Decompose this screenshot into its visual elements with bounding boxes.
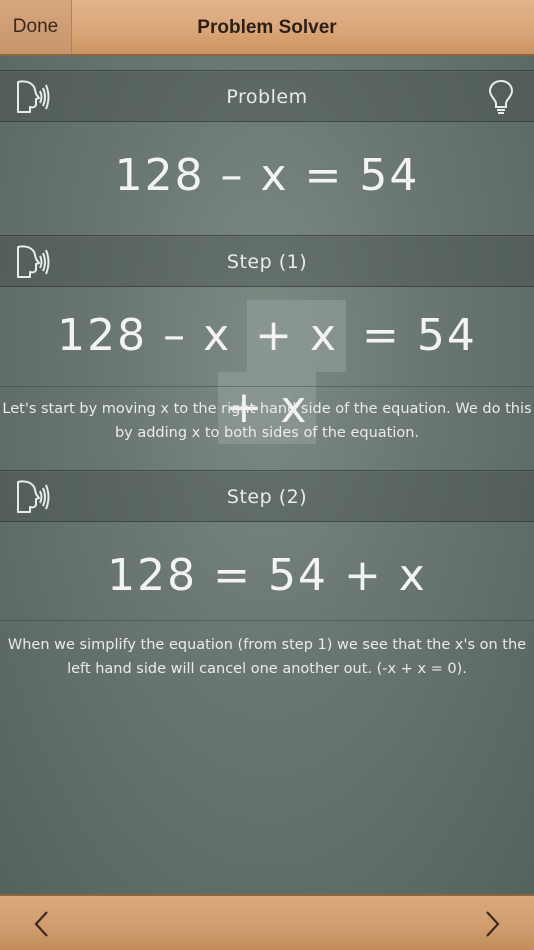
back-button[interactable] [12, 902, 72, 946]
step1-eq-middle: = 54 [362, 310, 477, 361]
top-bar: Done Problem Solver [0, 0, 534, 56]
step1-explanation: Let's start by moving x to the right han… [2, 401, 532, 441]
chevron-right-icon [486, 911, 500, 937]
step1-eq-left: 128 – x [57, 310, 232, 361]
forward-button[interactable] [462, 902, 522, 946]
page-title: Problem Solver [197, 17, 337, 38]
step1-equation: 128 – x + x = 54 + x [0, 300, 534, 444]
lightbulb-icon[interactable] [486, 79, 516, 115]
step2-equation: 128 = 54 + x [107, 550, 427, 601]
step1-label: Step (1) [226, 251, 308, 273]
problem-equation: 128 – x = 54 [114, 150, 420, 201]
step1-eq-added-left: + x [247, 300, 347, 372]
divider [0, 620, 534, 621]
step2-label: Step (2) [226, 486, 308, 508]
step1-header: Step (1) [0, 235, 534, 287]
step2-header: Step (2) [0, 470, 534, 522]
chevron-left-icon [34, 911, 48, 937]
step2-explanation: When we simplify the equation (from step… [7, 637, 527, 677]
done-button[interactable]: Done [0, 0, 72, 54]
bottom-bar [0, 894, 534, 950]
problem-label: Problem [226, 86, 308, 108]
chalkboard: Problem 128 – x = 54 Step (1) 128 – x + … [0, 56, 534, 894]
divider [0, 386, 534, 387]
problem-header: Problem [0, 70, 534, 122]
